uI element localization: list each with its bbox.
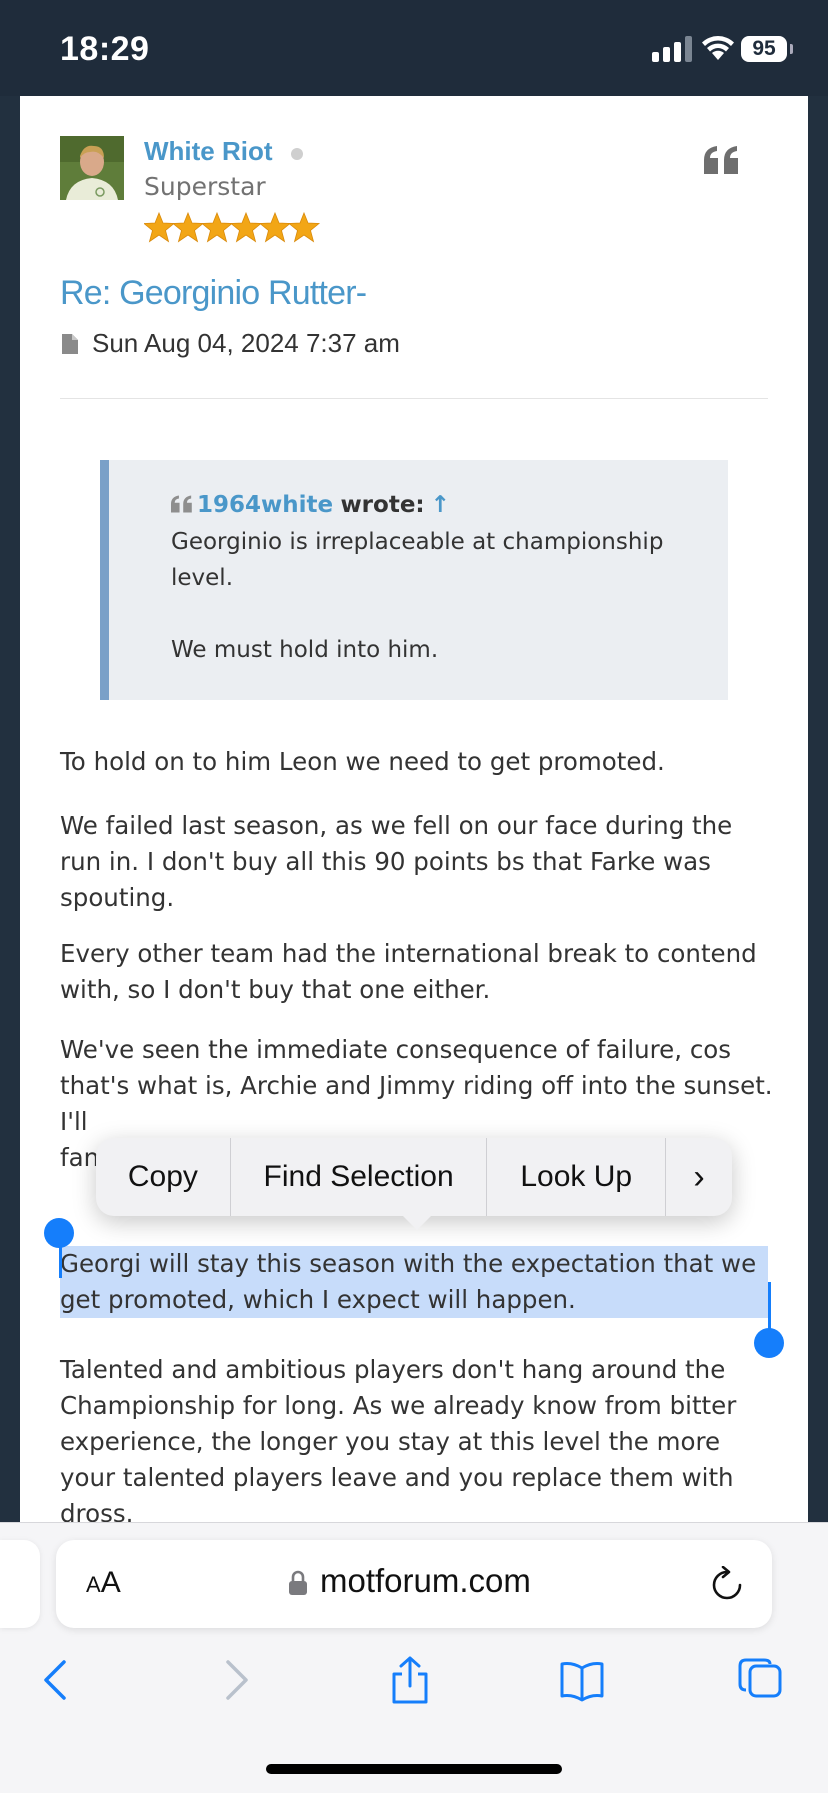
battery-icon: 95 bbox=[741, 36, 787, 62]
forum-post[interactable]: White Riot Superstar Re: Georginio Rutte… bbox=[20, 96, 808, 1522]
selection-start-handle[interactable] bbox=[44, 1218, 74, 1248]
offline-status-dot bbox=[291, 148, 303, 160]
text-size-button[interactable]: AA bbox=[86, 1566, 121, 1600]
text-size-large: A bbox=[100, 1566, 121, 1599]
text-size-small: A bbox=[86, 1572, 101, 1597]
quote-line: We must hold into him. bbox=[171, 637, 439, 663]
quote-header: 1964white wrote: ↑ bbox=[171, 490, 450, 520]
bookmarks-icon[interactable] bbox=[560, 1656, 604, 1704]
status-bar: 18:29 95 bbox=[0, 0, 828, 96]
back-icon[interactable] bbox=[34, 1656, 78, 1704]
battery-nub bbox=[790, 44, 793, 54]
quote-author-link[interactable]: 1964white bbox=[197, 492, 333, 518]
quote-reply-icon[interactable] bbox=[704, 146, 740, 174]
post-date: Sun Aug 04, 2024 7:37 am bbox=[92, 328, 400, 358]
post-paragraph: We failed last season, as we fell on our… bbox=[60, 811, 733, 912]
author-avatar[interactable] bbox=[60, 136, 124, 200]
share-icon[interactable] bbox=[388, 1656, 432, 1704]
post-paragraph: Talented and ambitious players don't han… bbox=[60, 1355, 737, 1522]
post-paragraph: Every other team had the international b… bbox=[60, 939, 757, 1004]
url-text[interactable]: motforum.com bbox=[320, 1562, 531, 1600]
post-file-icon bbox=[62, 334, 78, 354]
post-title[interactable]: Re: Georginio Rutter- bbox=[60, 274, 367, 313]
quote-body: Georginio is irreplaceable at championsh… bbox=[171, 524, 691, 668]
more-options-button[interactable]: › bbox=[666, 1138, 732, 1216]
divider bbox=[60, 398, 768, 399]
tabs-icon[interactable] bbox=[738, 1656, 782, 1704]
selected-paragraph[interactable]: Georgi will stay this season with the ex… bbox=[60, 1246, 768, 1318]
author-rank: Superstar bbox=[144, 172, 266, 201]
find-selection-button[interactable]: Find Selection bbox=[231, 1138, 488, 1216]
previous-tab-peek[interactable] bbox=[0, 1540, 40, 1628]
lock-icon bbox=[289, 1570, 307, 1595]
address-bar[interactable]: AA motforum.com bbox=[56, 1540, 772, 1628]
author-name[interactable]: White Riot bbox=[144, 136, 273, 167]
look-up-button[interactable]: Look Up bbox=[487, 1138, 667, 1216]
cellular-signal-icon bbox=[652, 36, 694, 62]
quote-wrote-label: wrote: bbox=[340, 492, 425, 518]
wifi-icon bbox=[702, 36, 734, 60]
quote-icon bbox=[171, 495, 192, 513]
post-paragraph: We've seen the immediate consequence of … bbox=[60, 1035, 773, 1136]
copy-button[interactable]: Copy bbox=[96, 1138, 231, 1216]
status-time: 18:29 bbox=[60, 30, 150, 68]
selection-end-bar bbox=[768, 1282, 771, 1330]
home-indicator bbox=[266, 1764, 562, 1774]
selection-start-bar bbox=[59, 1244, 62, 1278]
quote-line: Georginio is irreplaceable at championsh… bbox=[171, 529, 664, 591]
forward-icon[interactable] bbox=[214, 1656, 258, 1704]
quoted-message: 1964white wrote: ↑ Georginio is irreplace… bbox=[100, 460, 728, 700]
rank-stars bbox=[143, 210, 324, 250]
menu-pointer bbox=[401, 1214, 433, 1230]
text-selection-menu: Copy Find Selection Look Up › bbox=[96, 1138, 732, 1216]
post-paragraph: To hold on to him Leon we need to get pr… bbox=[60, 747, 665, 776]
jump-to-quote-arrow-icon[interactable]: ↑ bbox=[431, 492, 450, 518]
reload-icon[interactable] bbox=[710, 1566, 744, 1602]
